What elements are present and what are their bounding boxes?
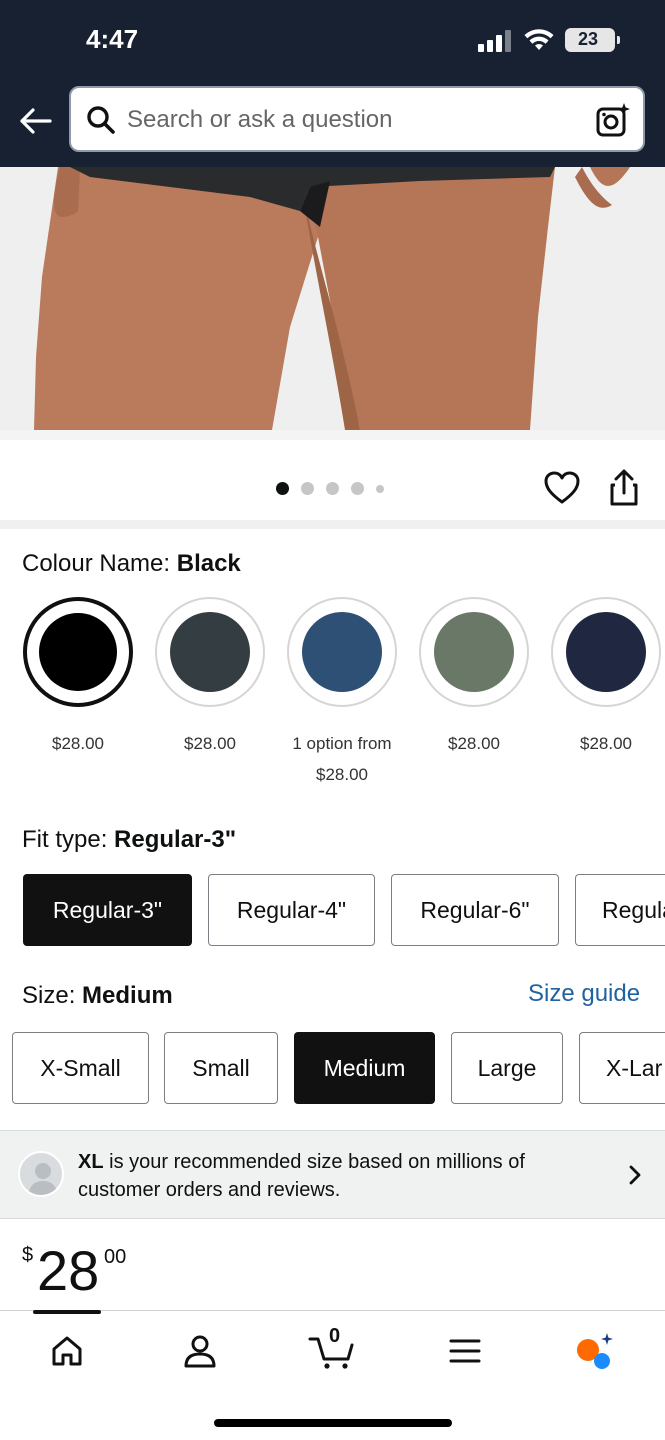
pagination-dot bbox=[301, 482, 314, 495]
colour-label: Colour Name: bbox=[22, 550, 177, 577]
swatch-price: $28.00 bbox=[409, 728, 539, 759]
size-option-x-small[interactable]: X-Small bbox=[12, 1032, 149, 1104]
bottom-navigation: 0 bbox=[0, 1310, 665, 1440]
colour-swatch[interactable] bbox=[23, 597, 133, 707]
recommendation-text: XL is your recommended size based on mil… bbox=[78, 1148, 598, 1204]
size-option-medium[interactable]: Medium bbox=[294, 1032, 435, 1104]
battery-level: 23 bbox=[577, 29, 599, 49]
pagination-dot bbox=[351, 482, 364, 495]
cellular-signal-icon bbox=[478, 30, 514, 52]
product-image[interactable] bbox=[0, 167, 665, 440]
size-guide-link[interactable]: Size guide bbox=[528, 980, 640, 1008]
price-fraction: 00 bbox=[104, 1246, 127, 1268]
heart-icon[interactable] bbox=[543, 470, 581, 506]
swatch-color bbox=[302, 612, 382, 692]
size-heading: Size: Medium bbox=[22, 982, 173, 1010]
swatch-price: $28.00 bbox=[145, 728, 275, 759]
price-currency: $ bbox=[22, 1244, 34, 1266]
fit-type-heading: Fit type: Regular-3" bbox=[22, 826, 236, 854]
recommendation-message: is your recommended size based on millio… bbox=[78, 1151, 525, 1201]
swatch-color bbox=[170, 612, 250, 692]
home-indicator bbox=[214, 1419, 452, 1427]
size-recommendation-banner[interactable]: XL is your recommended size based on mil… bbox=[0, 1130, 665, 1219]
assistant-icon[interactable] bbox=[574, 1331, 614, 1371]
fit-option-more[interactable]: Regula bbox=[575, 874, 665, 946]
swatch-price-line: $28.00 bbox=[580, 734, 632, 753]
search-icon bbox=[87, 106, 115, 134]
home-icon[interactable] bbox=[47, 1331, 87, 1371]
size-label: Size: bbox=[22, 982, 83, 1009]
swatch-color bbox=[566, 612, 646, 692]
swatch-color bbox=[434, 612, 514, 692]
product-photo bbox=[0, 167, 665, 440]
swatch-price: $28.00 bbox=[13, 728, 143, 759]
pagination-dot bbox=[326, 482, 339, 495]
camera-lens-icon[interactable] bbox=[595, 102, 631, 138]
avatar bbox=[18, 1151, 64, 1197]
wifi-icon bbox=[524, 29, 554, 50]
recommended-size: XL bbox=[78, 1151, 104, 1173]
swatch-price-line: $28.00 bbox=[316, 765, 368, 784]
colour-swatch[interactable] bbox=[155, 597, 265, 707]
size-option-small[interactable]: Small bbox=[164, 1032, 278, 1104]
pagination-dot bbox=[276, 482, 289, 495]
section-divider bbox=[0, 520, 665, 529]
size-value: Medium bbox=[82, 982, 173, 1009]
fit-type-label: Fit type: bbox=[22, 826, 115, 853]
menu-icon[interactable] bbox=[445, 1331, 485, 1371]
cart-button[interactable]: 0 bbox=[308, 1325, 356, 1371]
chevron-right-icon bbox=[629, 1165, 641, 1185]
cart-count: 0 bbox=[329, 1325, 341, 1347]
size-option-x-large[interactable]: X-Lar bbox=[579, 1032, 665, 1104]
top-bar: 4:47 23 bbox=[0, 0, 665, 167]
swatch-color bbox=[39, 613, 117, 691]
colour-heading: Colour Name: Black bbox=[22, 550, 241, 578]
share-icon[interactable] bbox=[606, 468, 642, 508]
swatch-price: 1 option from $28.00 bbox=[277, 728, 407, 790]
status-time: 4:47 bbox=[86, 24, 139, 54]
swatch-price-line: $28.00 bbox=[448, 734, 500, 753]
search-input[interactable] bbox=[127, 106, 567, 134]
fit-type-value: Regular-3" bbox=[114, 826, 237, 853]
swatch-price: $28.00 bbox=[541, 728, 665, 759]
price-whole: 28 bbox=[37, 1239, 100, 1302]
fit-option-regular-6[interactable]: Regular-6" bbox=[391, 874, 559, 946]
active-tab-indicator bbox=[33, 1310, 101, 1314]
back-arrow-icon[interactable] bbox=[16, 102, 54, 140]
swatch-price-line: $28.00 bbox=[184, 734, 236, 753]
fit-option-regular-4[interactable]: Regular-4" bbox=[208, 874, 375, 946]
swatch-price-line: $28.00 bbox=[52, 734, 104, 753]
gallery-pagination[interactable] bbox=[276, 482, 384, 495]
colour-swatch[interactable] bbox=[419, 597, 529, 707]
account-icon[interactable] bbox=[180, 1331, 220, 1371]
pagination-dot bbox=[376, 484, 384, 493]
search-bar[interactable] bbox=[69, 86, 645, 152]
fit-option-regular-3[interactable]: Regular-3" bbox=[23, 874, 192, 946]
battery-icon: 23 bbox=[565, 28, 620, 52]
colour-swatch[interactable] bbox=[551, 597, 661, 707]
swatch-price-line: 1 option from bbox=[292, 734, 392, 753]
size-option-large[interactable]: Large bbox=[451, 1032, 563, 1104]
colour-value: Black bbox=[176, 550, 241, 577]
colour-swatch[interactable] bbox=[287, 597, 397, 707]
user-avatar-icon bbox=[28, 1163, 58, 1195]
gallery-controls bbox=[0, 440, 665, 522]
